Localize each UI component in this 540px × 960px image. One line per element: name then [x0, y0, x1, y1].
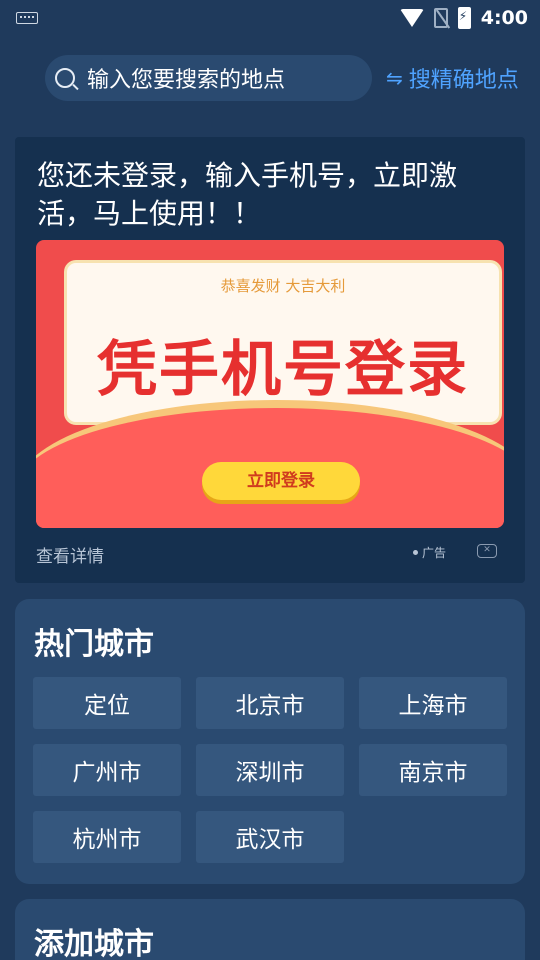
city-button-wuhan[interactable]: 武汉市 — [196, 811, 344, 863]
ad-banner[interactable]: 恭喜发财 大吉大利 凭手机号登录 立即登录 — [36, 240, 504, 528]
add-city-title: 添加城市 — [34, 927, 154, 960]
swap-icon: ⇋ — [386, 66, 403, 90]
status-icons: 4:00 — [399, 7, 528, 29]
precise-search-label: 搜精确地点 — [408, 68, 519, 93]
search-input[interactable]: 输入您要搜索的地点 — [45, 55, 372, 101]
hot-cities-title: 热门城市 — [34, 627, 154, 662]
precise-search-button[interactable]: ⇋ 搜精确地点 — [386, 62, 519, 94]
battery-charging-icon — [457, 7, 471, 29]
view-details-link[interactable]: 查看详情 — [36, 542, 104, 567]
city-button-shanghai[interactable]: 上海市 — [359, 677, 507, 729]
login-prompt: 您还未登录，输入手机号，立即激活，马上使用！！ — [37, 159, 458, 230]
hot-cities-card: 热门城市 定位 北京市 上海市 广州市 深圳市 南京市 杭州市 武汉市 — [15, 599, 525, 884]
ad-label: 广告 — [413, 544, 446, 561]
banner-subtitle: 恭喜发财 大吉大利 — [220, 277, 346, 295]
no-sim-icon — [433, 8, 448, 28]
city-button-guangzhou[interactable]: 广州市 — [33, 744, 181, 796]
ad-card: 您还未登录，输入手机号，立即激活，马上使用！！ 恭喜发财 大吉大利 凭手机号登录… — [15, 137, 525, 583]
city-button-hangzhou[interactable]: 杭州市 — [33, 811, 181, 863]
search-icon — [55, 68, 75, 88]
status-time: 4:00 — [480, 7, 528, 29]
add-city-card: 添加城市 — [15, 899, 525, 960]
city-button-locate[interactable]: 定位 — [33, 677, 181, 729]
search-placeholder: 输入您要搜索的地点 — [87, 68, 286, 93]
banner-title: 凭手机号登录 — [97, 335, 469, 405]
hot-cities-grid: 定位 北京市 上海市 广州市 深圳市 南京市 杭州市 武汉市 — [33, 677, 507, 863]
close-icon[interactable]: ✕ — [477, 544, 497, 558]
login-now-button[interactable]: 立即登录 — [202, 462, 360, 500]
wifi-icon — [399, 9, 424, 27]
ad-dot-icon — [413, 550, 418, 555]
city-button-shenzhen[interactable]: 深圳市 — [196, 744, 344, 796]
city-button-beijing[interactable]: 北京市 — [196, 677, 344, 729]
city-button-nanjing[interactable]: 南京市 — [359, 744, 507, 796]
status-bar: 4:00 — [0, 0, 540, 36]
keyboard-icon — [16, 12, 38, 24]
ad-tag: 广告 — [422, 546, 447, 560]
